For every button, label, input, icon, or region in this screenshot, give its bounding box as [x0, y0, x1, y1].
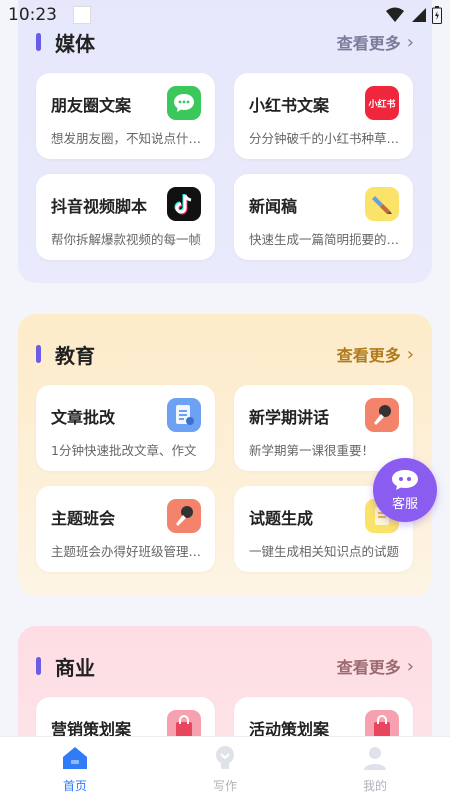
document-edit-icon	[167, 398, 201, 432]
card-subtitle: 新学期第一课很重要！	[249, 443, 375, 458]
pen-icon	[365, 187, 399, 221]
customer-service-label: 客服	[391, 497, 418, 512]
xiaohongshu-icon: 小红书	[365, 86, 399, 120]
section-header-media: 媒体 查看更多 ›	[36, 27, 414, 57]
battery-icon	[432, 6, 442, 24]
tab-label: 我的	[362, 779, 387, 793]
see-more-business-button[interactable]: 查看更多 ›	[337, 654, 414, 678]
card-new-semester-speech[interactable]: 新学期讲话 新学期第一课很重要！	[234, 385, 413, 471]
card-subtitle: 分分钟破千的小红书种草文案	[249, 131, 402, 146]
section-accent-bar	[36, 33, 41, 51]
card-douyin-script[interactable]: 抖音视频脚本 帮你拆解爆款视频的每一帧	[36, 174, 215, 260]
see-more-label: 查看更多	[336, 34, 401, 53]
write-bulb-icon	[216, 746, 234, 769]
card-title: 抖音视频脚本	[51, 197, 148, 216]
card-subtitle: 快速生成一篇简明扼要的新闻稿	[249, 232, 402, 247]
tab-home[interactable]: 首页	[0, 737, 150, 800]
card-essay-correction[interactable]: 文章批改 1分钟快速批改文章、作文	[36, 385, 215, 471]
customer-service-button[interactable]: 客服	[373, 458, 437, 522]
status-bar: 10:23	[0, 0, 450, 30]
home-icon	[63, 747, 87, 769]
card-title: 朋友圈文案	[51, 96, 132, 115]
section-header-education: 教育 查看更多 ›	[36, 339, 414, 369]
notification-icon	[73, 6, 91, 24]
status-icons	[386, 6, 442, 24]
tab-label: 首页	[62, 779, 87, 793]
section-title: 教育	[55, 343, 95, 368]
tab-label: 写作	[212, 779, 237, 793]
section-accent-bar	[36, 345, 41, 363]
status-time: 10:23	[8, 5, 57, 25]
chat-bot-icon	[392, 470, 418, 490]
card-subtitle: 一键生成相关知识点的试题	[249, 544, 400, 559]
card-title: 新闻稿	[249, 197, 298, 216]
see-more-education-button[interactable]: 查看更多 ›	[337, 342, 414, 366]
wifi-icon	[386, 7, 404, 22]
card-xiaohongshu-copy[interactable]: 小红书文案 分分钟破千的小红书种草文案 小红书	[234, 73, 413, 159]
tab-mine[interactable]: 我的	[300, 737, 450, 800]
xiaohongshu-logo-text: 小红书	[368, 99, 396, 110]
section-media: 媒体 查看更多 › 朋友圈文案 想发朋友圈，不知说点什么？ 小红书文案 分分钟破…	[18, 0, 432, 283]
section-accent-bar	[36, 657, 41, 675]
chevron-right-icon: ›	[406, 655, 414, 677]
card-title: 试题生成	[249, 509, 314, 528]
microphone-icon	[167, 499, 201, 533]
user-icon	[364, 747, 386, 770]
microphone-icon	[365, 398, 399, 432]
cell-signal-icon	[412, 8, 426, 22]
chevron-right-icon: ›	[406, 343, 414, 365]
card-moments-copy[interactable]: 朋友圈文案 想发朋友圈，不知说点什么？	[36, 73, 215, 159]
section-title: 媒体	[55, 31, 95, 56]
card-title: 小红书文案	[249, 96, 330, 115]
card-title: 主题班会	[51, 509, 116, 528]
tiktok-icon	[167, 187, 201, 221]
chat-bubble-icon	[167, 86, 201, 120]
chevron-right-icon: ›	[406, 31, 414, 53]
see-more-media-button[interactable]: 查看更多 ›	[337, 30, 414, 54]
section-education: 教育 查看更多 › 文章批改 1分钟快速批改文章、作文 新学期讲话 新学期第一课…	[18, 314, 432, 596]
card-title: 文章批改	[51, 408, 116, 427]
section-title: 商业	[55, 655, 95, 680]
card-subtitle: 想发朋友圈，不知说点什么？	[51, 131, 204, 146]
card-subtitle: 主题班会办得好班级管理更轻松	[51, 544, 204, 559]
card-press-release[interactable]: 新闻稿 快速生成一篇简明扼要的新闻稿	[234, 174, 413, 260]
see-more-label: 查看更多	[336, 658, 401, 677]
card-subtitle: 帮你拆解爆款视频的每一帧	[51, 232, 202, 247]
card-title: 新学期讲话	[249, 408, 330, 427]
see-more-label: 查看更多	[336, 346, 401, 365]
card-class-meeting[interactable]: 主题班会 主题班会办得好班级管理更轻松	[36, 486, 215, 572]
bottom-tab-bar: 首页 写作 我的	[0, 736, 450, 800]
section-header-business: 商业 查看更多 ›	[36, 651, 414, 681]
card-subtitle: 1分钟快速批改文章、作文	[51, 443, 197, 458]
tab-write[interactable]: 写作	[150, 737, 300, 800]
